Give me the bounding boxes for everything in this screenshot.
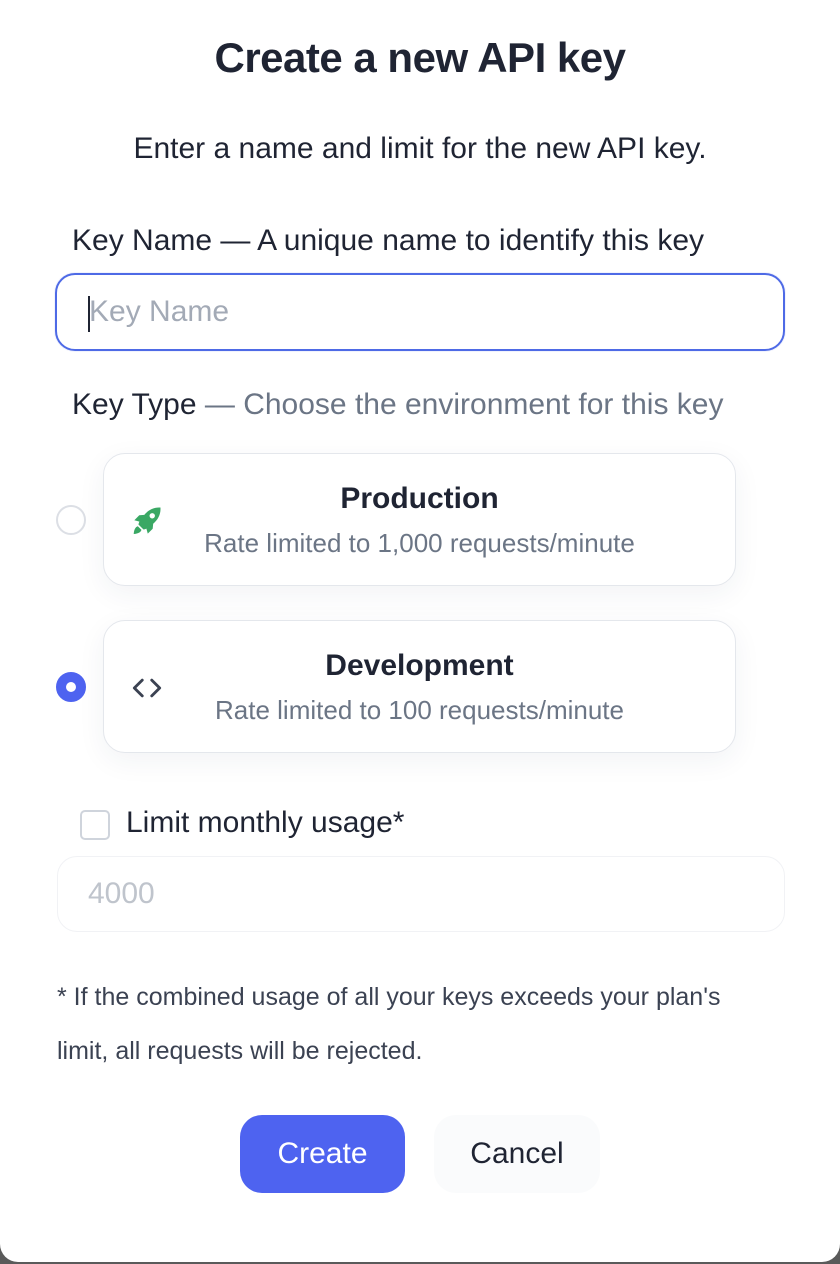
key-name-description: — A unique name to identify this key: [220, 224, 705, 257]
cancel-button[interactable]: Cancel: [434, 1115, 600, 1193]
text-caret: [88, 296, 90, 332]
key-type-description: — Choose the environment for this key: [204, 388, 724, 421]
key-type-label: Key Type: [72, 388, 197, 421]
create-button[interactable]: Create: [240, 1115, 405, 1193]
development-rate-limit: Rate limited to 100 requests/minute: [215, 695, 624, 725]
key-type-label-row: Key Type — Choose the environment for th…: [72, 388, 723, 422]
dialog-title: Create a new API key: [214, 34, 626, 81]
dialog-subtitle: Enter a name and limit for the new API k…: [133, 132, 707, 165]
key-name-input[interactable]: [55, 273, 785, 351]
limit-monthly-usage-label[interactable]: Limit monthly usage*: [126, 806, 404, 840]
development-option-card[interactable]: Development Rate limited to 100 requests…: [103, 620, 736, 753]
limit-monthly-usage-checkbox[interactable]: [80, 810, 110, 840]
key-name-label-row: Key Name — A unique name to identify thi…: [72, 224, 704, 258]
production-option-card[interactable]: Production Rate limited to 1,000 request…: [103, 453, 736, 586]
monthly-usage-input[interactable]: [57, 856, 785, 932]
create-api-key-dialog: Create a new API key Enter a name and li…: [0, 0, 840, 1262]
production-title: Production: [340, 482, 499, 515]
production-radio[interactable]: [56, 505, 86, 535]
development-radio[interactable]: [56, 672, 86, 702]
development-title: Development: [325, 649, 514, 682]
production-rate-limit: Rate limited to 1,000 requests/minute: [204, 528, 635, 558]
usage-footnote: * If the combined usage of all your keys…: [57, 983, 721, 1065]
key-name-label: Key Name: [72, 224, 213, 257]
